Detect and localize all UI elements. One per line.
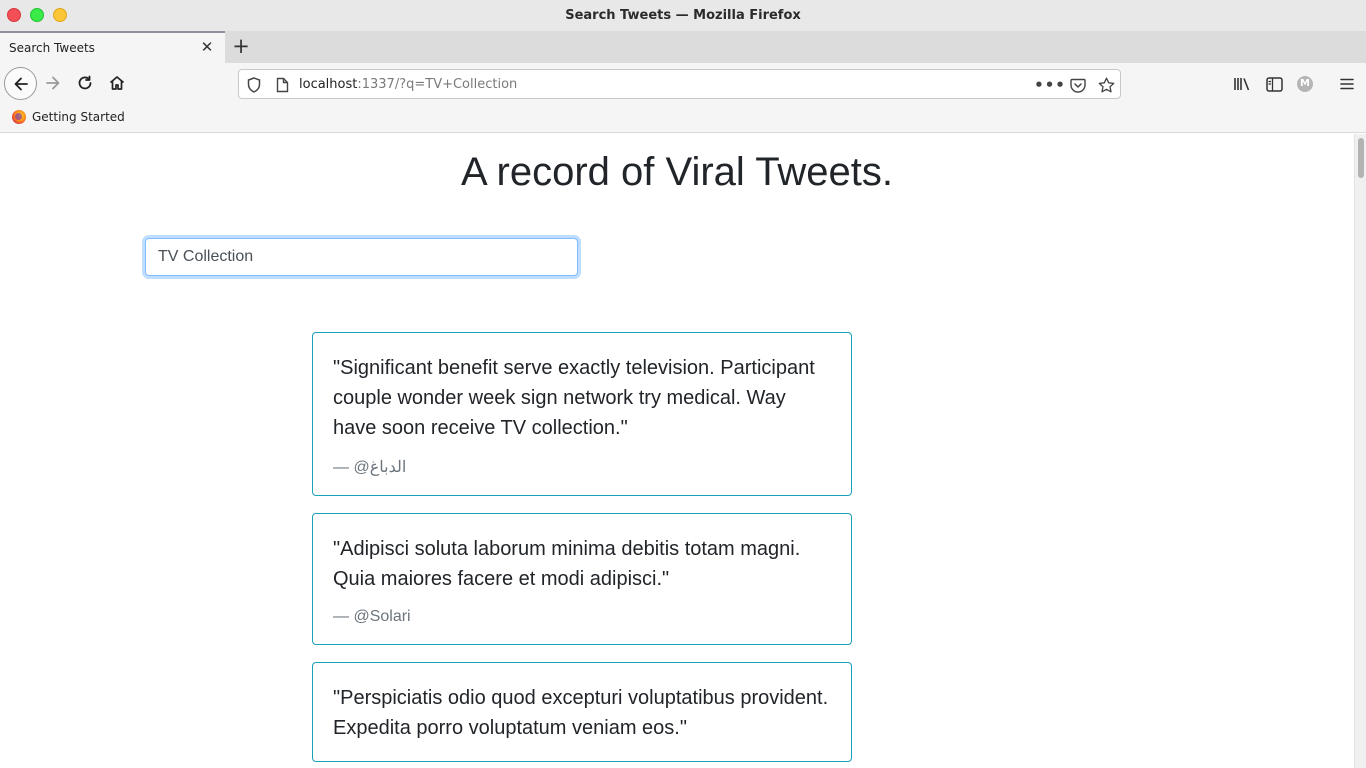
reload-button[interactable]: [69, 67, 101, 99]
bookmarks-toolbar: Getting Started: [0, 105, 1366, 133]
window-titlebar: Search Tweets — Mozilla Firefox: [0, 0, 1366, 31]
arrow-left-icon: [14, 77, 28, 90]
firefox-icon: [12, 110, 26, 124]
home-button[interactable]: [101, 67, 133, 99]
sidebar-icon: [1265, 76, 1283, 92]
home-icon: [109, 76, 125, 90]
window-title: Search Tweets — Mozilla Firefox: [565, 8, 801, 23]
tweet-card: "Adipisci soluta laborum minima debitis …: [312, 513, 852, 645]
arrow-right-icon: [46, 76, 60, 90]
tweet-author: — @Solari: [333, 608, 411, 625]
back-button[interactable]: [4, 67, 37, 100]
account-button[interactable]: M: [1294, 73, 1316, 95]
page-viewport: A record of Viral Tweets. "Significant b…: [0, 134, 1354, 768]
bookmark-getting-started[interactable]: Getting Started: [12, 110, 125, 124]
page-actions-icon[interactable]: •••: [1034, 76, 1065, 94]
tweet-text: "Significant benefit serve exactly telev…: [333, 357, 815, 439]
hamburger-menu-icon: [1340, 78, 1354, 90]
url-path: :1337/?q=TV+Collection: [357, 77, 518, 92]
url-bar[interactable]: localhost:1337/?q=TV+Collection •••: [238, 69, 1121, 99]
url-host: localhost: [299, 77, 358, 92]
bookmark-label: Getting Started: [32, 110, 125, 124]
navigation-toolbar: localhost:1337/?q=TV+Collection ••• M: [0, 63, 1366, 105]
page-scrollbar[interactable]: [1354, 134, 1366, 768]
tweet-author: — @الدباغ: [333, 459, 407, 476]
tracking-shield-icon[interactable]: [245, 76, 263, 94]
tab-strip: Search Tweets ✕ +: [0, 31, 1366, 63]
bookmark-star-icon[interactable]: [1097, 76, 1115, 94]
scrollbar-thumb[interactable]: [1358, 138, 1364, 178]
tweet-card: "Significant benefit serve exactly telev…: [312, 332, 852, 496]
pocket-icon[interactable]: [1069, 76, 1087, 94]
tab-label: Search Tweets: [9, 41, 95, 55]
tab-close-icon[interactable]: ✕: [198, 38, 216, 56]
page-title: A record of Viral Tweets.: [460, 150, 894, 194]
tab-search-tweets[interactable]: Search Tweets ✕: [0, 31, 225, 63]
page-info-icon[interactable]: [273, 76, 291, 94]
tweet-list: "Significant benefit serve exactly telev…: [312, 332, 852, 768]
library-button[interactable]: [1231, 73, 1253, 95]
tweet-card: "Perspiciatis odio quod excepturi volupt…: [312, 662, 852, 762]
url-text[interactable]: localhost:1337/?q=TV+Collection: [299, 77, 517, 92]
library-icon: [1234, 78, 1250, 91]
sidebar-button[interactable]: [1263, 73, 1285, 95]
app-menu-button[interactable]: [1336, 73, 1358, 95]
search-input[interactable]: [145, 238, 578, 276]
account-avatar: M: [1297, 76, 1313, 92]
new-tab-button[interactable]: +: [229, 34, 253, 58]
reload-icon: [78, 75, 92, 90]
tweet-text: "Adipisci soluta laborum minima debitis …: [333, 538, 801, 590]
forward-button[interactable]: [37, 67, 69, 99]
tweet-text: "Perspiciatis odio quod excepturi volupt…: [333, 687, 829, 739]
